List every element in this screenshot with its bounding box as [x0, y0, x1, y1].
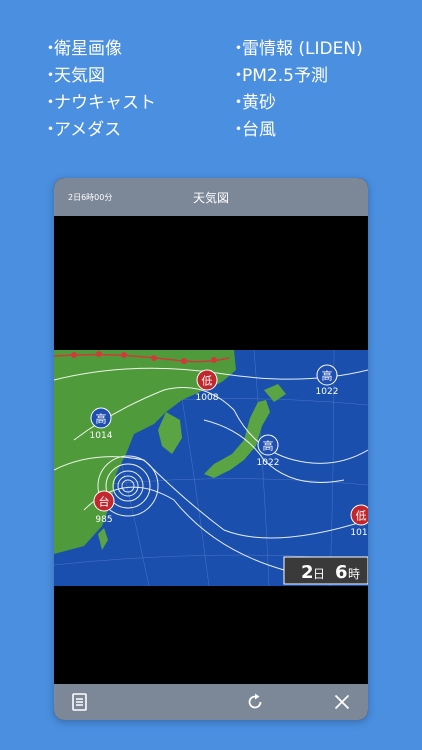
- feature-item-typhoon: ・台風: [230, 120, 276, 140]
- refresh-icon: [248, 693, 262, 709]
- svg-text:時: 時: [348, 567, 360, 581]
- title-bar: 2日6時00分 天気図: [54, 178, 368, 216]
- svg-text:2: 2: [301, 562, 314, 583]
- svg-text:6: 6: [335, 562, 348, 583]
- list-button[interactable]: [70, 692, 90, 712]
- bottom-toolbar: [54, 684, 368, 720]
- refresh-button[interactable]: [245, 692, 265, 712]
- feature-item-weather-map: ・天気図: [42, 66, 105, 86]
- weather-map[interactable]: 低 1008 高 1022 高 1014 高 1022 台 985 低 101 …: [54, 350, 368, 586]
- feature-list: ・衛星画像 ・雷情報 (LIDEN) ・天気図 ・PM2.5予測 ・ナウキャスト…: [42, 38, 402, 142]
- feature-item-lightning: ・雷情報 (LIDEN): [230, 39, 363, 59]
- feature-item-yellow-sand: ・黄砂: [230, 93, 276, 113]
- svg-text:日: 日: [313, 567, 325, 581]
- close-icon: [334, 694, 350, 710]
- date-overlay: 2 日 6 時: [283, 556, 368, 585]
- feature-item-pm25: ・PM2.5予測: [230, 66, 328, 86]
- list-icon: [72, 693, 87, 711]
- feature-item-satellite: ・衛星画像: [42, 39, 122, 59]
- feature-item-nowcast: ・ナウキャスト: [42, 93, 156, 113]
- phone-screen: 2日6時00分 天気図 低 1008 高 1022 高 1014 高 1022 …: [54, 178, 368, 720]
- page-title: 天気図: [192, 191, 229, 205]
- close-button[interactable]: [332, 692, 352, 712]
- feature-item-amedas: ・アメダス: [42, 120, 122, 140]
